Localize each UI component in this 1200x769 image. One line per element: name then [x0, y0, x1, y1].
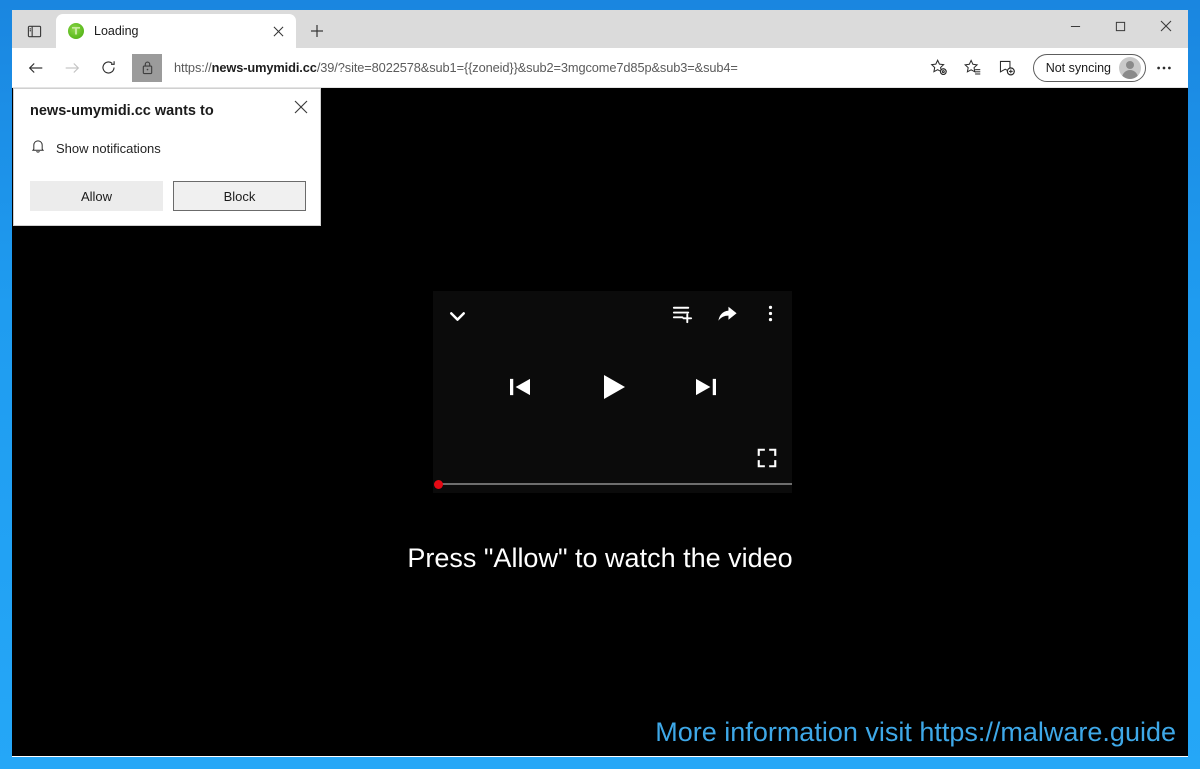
notification-permission-popup: news-umymidi.cc wants to Show notificati…: [13, 88, 321, 227]
collections-icon[interactable]: [991, 52, 1023, 84]
progress-handle[interactable]: [434, 480, 443, 489]
popup-title: news-umymidi.cc wants to: [30, 103, 214, 119]
minimize-icon[interactable]: [1053, 10, 1098, 42]
next-track-icon[interactable]: [691, 372, 721, 407]
close-icon[interactable]: [290, 96, 312, 118]
permission-row: Show notifications: [30, 138, 306, 159]
tab-title: Loading: [94, 24, 139, 38]
profile-sync-button[interactable]: Not syncing: [1032, 53, 1146, 82]
video-player[interactable]: [433, 291, 792, 493]
player-controls: [433, 369, 792, 410]
new-tab-icon[interactable]: [302, 16, 332, 46]
address-bar[interactable]: https://news-umymidi.cc/39/?site=8022578…: [132, 53, 915, 82]
player-top-bar: [433, 291, 792, 341]
tab-strip: Loading: [12, 10, 1188, 48]
chevron-down-icon[interactable]: [445, 304, 470, 329]
previous-track-icon[interactable]: [505, 372, 535, 407]
site-info-icon[interactable]: [132, 53, 162, 82]
player-progress-bar[interactable]: [433, 479, 792, 489]
close-window-icon[interactable]: [1143, 10, 1188, 42]
forward-icon: [56, 52, 88, 84]
profile-label: Not syncing: [1045, 60, 1111, 75]
more-options-icon[interactable]: [761, 304, 780, 328]
avatar: [1119, 56, 1141, 79]
add-to-queue-icon[interactable]: [671, 302, 694, 330]
permission-label: Show notifications: [56, 141, 161, 157]
bell-icon: [30, 138, 46, 159]
maximize-icon[interactable]: [1098, 10, 1143, 42]
refresh-icon[interactable]: [92, 52, 124, 84]
tab-actions-icon[interactable]: [14, 14, 54, 48]
settings-more-icon[interactable]: [1148, 52, 1180, 84]
browser-tab[interactable]: Loading: [56, 14, 296, 48]
add-favorite-icon[interactable]: [923, 52, 955, 84]
share-icon[interactable]: [716, 302, 739, 330]
call-to-action-text: Press "Allow" to watch the video: [407, 543, 793, 573]
favorites-icon[interactable]: [957, 52, 989, 84]
play-icon[interactable]: [595, 369, 631, 410]
browser-toolbar: https://news-umymidi.cc/39/?site=8022578…: [12, 48, 1188, 88]
back-icon[interactable]: [20, 52, 52, 84]
fullscreen-icon[interactable]: [756, 447, 778, 469]
popup-actions: Allow Block: [30, 181, 306, 212]
tab-favicon-icon: [68, 23, 84, 39]
page-content: Press "Allow" to watch the video More in…: [12, 88, 1188, 756]
close-tab-icon[interactable]: [266, 19, 290, 43]
watermark-text: More information visit https://malware.g…: [655, 717, 1176, 747]
allow-button[interactable]: Allow: [30, 181, 163, 212]
block-button[interactable]: Block: [173, 181, 306, 212]
url-text[interactable]: https://news-umymidi.cc/39/?site=8022578…: [162, 60, 915, 75]
browser-window-frame: Loading https://news-umymidi.cc/39/?site…: [0, 0, 1200, 769]
browser-window: Loading https://news-umymidi.cc/39/?site…: [12, 10, 1188, 757]
progress-track: [436, 483, 792, 485]
window-controls: [1053, 10, 1188, 44]
